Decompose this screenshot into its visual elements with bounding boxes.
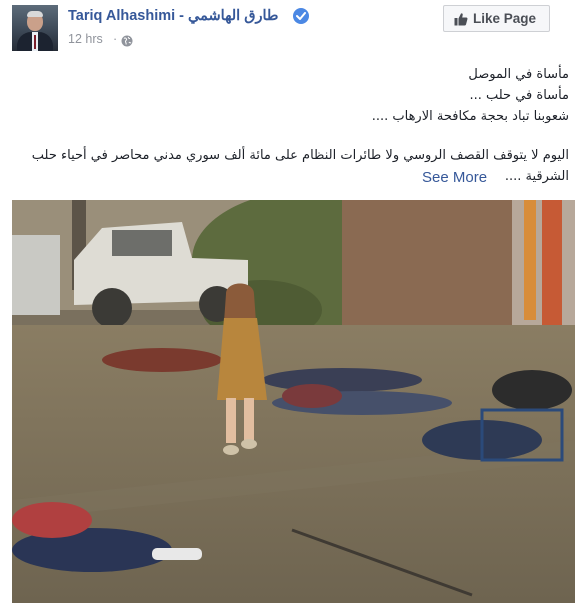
see-more-link[interactable]: See More: [422, 169, 487, 186]
post-line: مأساة في حلب ...: [469, 88, 569, 103]
meta-separator: ·: [113, 32, 118, 46]
facebook-post: Tariq Alhashimi - طارق الهاشمي 12 hrs · …: [0, 0, 582, 607]
post-text: مأساة في الموصل مأساة في حلب ... شعوبنا …: [69, 64, 569, 127]
post-timestamp[interactable]: 12 hrs: [68, 32, 103, 46]
like-page-label: Like Page: [473, 11, 537, 26]
author-name-link[interactable]: Tariq Alhashimi - طارق الهاشمي: [68, 8, 278, 24]
post-line: شعوبنا تباد بحجة مكافحة الارهاب ....: [371, 109, 569, 124]
globe-icon[interactable]: [121, 34, 133, 47]
post-photo[interactable]: [12, 200, 575, 603]
like-page-button[interactable]: Like Page: [443, 5, 550, 32]
author-avatar[interactable]: [12, 5, 58, 51]
post-line: مأساة في الموصل: [468, 67, 569, 82]
thumbs-up-icon: [454, 13, 468, 26]
verified-badge-icon: [293, 8, 309, 24]
